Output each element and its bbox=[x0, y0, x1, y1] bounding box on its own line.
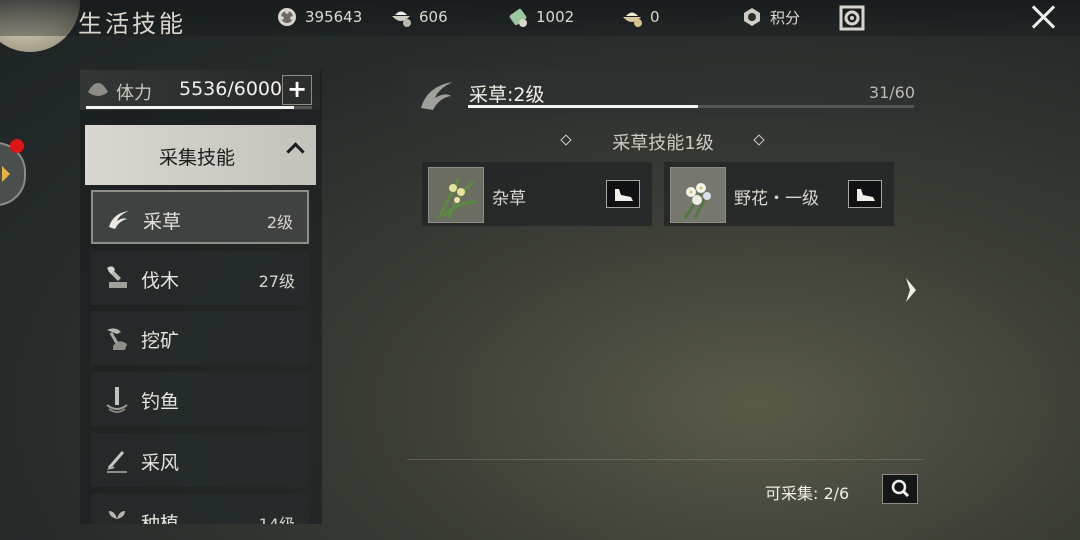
divider bbox=[407, 459, 923, 460]
category-header[interactable]: 采集技能 bbox=[85, 125, 316, 185]
stamina-progress-fill bbox=[86, 106, 294, 109]
skill-item-mining[interactable]: 挖矿 bbox=[91, 311, 309, 365]
stamina-label: 体力 bbox=[116, 83, 152, 104]
weed-thumbnail bbox=[428, 167, 484, 223]
stamina-value: 5536/6000 bbox=[179, 78, 283, 100]
gatherable-count: 可采集: 2/6 bbox=[765, 484, 850, 503]
silver-bowl-icon bbox=[392, 11, 411, 27]
skill-progress-fill bbox=[468, 105, 699, 108]
stamina-progress bbox=[86, 106, 312, 109]
resource-jade-value: 1002 bbox=[536, 8, 575, 26]
weed-icon bbox=[429, 168, 483, 222]
notification-dot bbox=[10, 139, 24, 153]
coin-reel-icon bbox=[278, 8, 296, 26]
resource-silver[interactable]: 606 bbox=[390, 6, 448, 28]
skill-name: 采草 bbox=[143, 211, 182, 233]
skill-item-sketch[interactable]: 采风 bbox=[91, 433, 309, 487]
fishing-rod-icon bbox=[106, 387, 128, 413]
item-name: 野花・一级 bbox=[734, 189, 819, 209]
skill-progress-text: 31/60 bbox=[868, 83, 915, 102]
wildflower-thumbnail bbox=[670, 167, 726, 223]
wildflower-icon bbox=[671, 168, 725, 222]
skill-detail-header: 采草:2级 31/60 bbox=[407, 70, 923, 118]
herb-icon bbox=[421, 82, 453, 110]
close-icon[interactable] bbox=[1028, 2, 1058, 32]
gear-frame-icon[interactable] bbox=[838, 4, 866, 32]
skill-item-planting[interactable]: 种植 14级 bbox=[91, 494, 309, 524]
level-title: 采草技能1级 bbox=[612, 133, 714, 154]
skill-name: 采风 bbox=[141, 452, 180, 474]
points-icon bbox=[744, 8, 760, 26]
resource-gold-value: 0 bbox=[650, 8, 660, 26]
add-stamina-button[interactable]: + bbox=[282, 75, 312, 105]
resource-gold[interactable]: 0 bbox=[621, 6, 660, 28]
stamina-icon bbox=[88, 83, 108, 96]
glove-icon bbox=[606, 180, 640, 208]
resource-coins[interactable]: 395643 bbox=[276, 6, 362, 28]
resource-silver-value: 606 bbox=[419, 8, 448, 26]
search-button[interactable] bbox=[882, 474, 918, 504]
skill-name: 钓鱼 bbox=[141, 391, 180, 413]
skill-level: 2级 bbox=[266, 213, 293, 232]
pickaxe-icon bbox=[107, 328, 127, 350]
sprout-icon bbox=[109, 511, 125, 524]
stamina-bar: 体力 5536/6000 + bbox=[80, 70, 320, 110]
skill-name: 挖矿 bbox=[141, 330, 180, 352]
skill-level: 14级 bbox=[259, 511, 295, 524]
skill-item-wood[interactable]: 伐木 27级 bbox=[91, 251, 309, 305]
glove-icon bbox=[848, 180, 882, 208]
skill-name: 伐木 bbox=[141, 270, 180, 292]
skill-progress bbox=[468, 105, 914, 108]
resource-coins-value: 395643 bbox=[305, 8, 363, 26]
next-page-arrow-icon[interactable] bbox=[904, 276, 918, 304]
page-title: 生活技能 bbox=[78, 10, 186, 38]
wind-brush-icon bbox=[107, 451, 127, 473]
jade-ticket-icon bbox=[509, 8, 527, 27]
skill-detail-title: 采草:2级 bbox=[469, 84, 545, 106]
herb-icon bbox=[109, 211, 129, 229]
search-icon bbox=[891, 479, 910, 498]
skill-item-fishing[interactable]: 钓鱼 bbox=[91, 372, 309, 426]
gather-item-weed[interactable]: 杂草 bbox=[422, 162, 652, 226]
chevron-up-icon bbox=[286, 142, 305, 161]
gold-bowl-icon bbox=[623, 12, 642, 27]
points-label: 积分 bbox=[770, 8, 801, 27]
skill-name: 种植 bbox=[141, 513, 180, 524]
axe-icon bbox=[107, 266, 127, 288]
skill-item-herb[interactable]: 采草 2级 bbox=[91, 190, 309, 244]
category-label: 采集技能 bbox=[159, 147, 236, 169]
skill-level: 27级 bbox=[258, 272, 295, 291]
item-name: 杂草 bbox=[492, 189, 526, 209]
chevron-right-icon bbox=[2, 166, 10, 182]
gather-item-wildflower[interactable]: 野花・一级 bbox=[664, 162, 894, 226]
points-button[interactable]: 积分 bbox=[741, 6, 800, 28]
resource-jade[interactable]: 1002 bbox=[507, 6, 574, 28]
